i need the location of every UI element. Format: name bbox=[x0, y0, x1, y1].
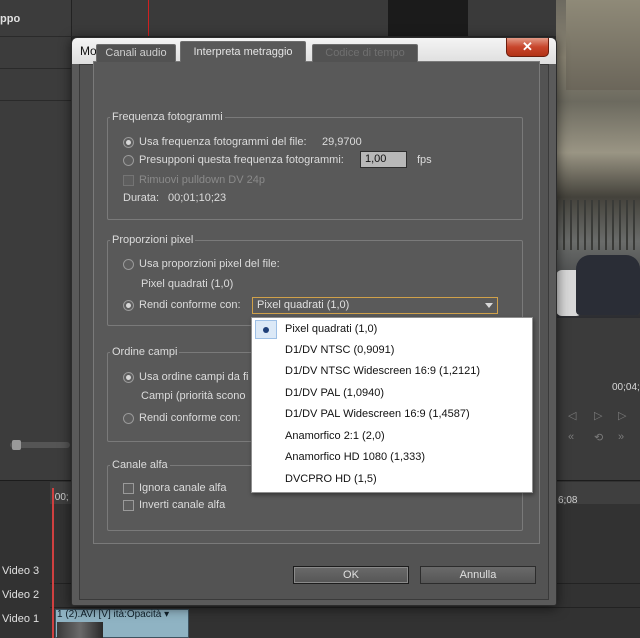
file-framerate-value: 29,9700 bbox=[322, 136, 362, 148]
use-file-pixel-radio[interactable] bbox=[123, 259, 134, 270]
file-fields-value: Campi (priorità scono bbox=[141, 390, 246, 402]
shuttle-right-icon[interactable]: » bbox=[618, 431, 624, 443]
ruler-time-left: ;00; bbox=[52, 492, 69, 503]
chevron-down-icon bbox=[485, 303, 493, 308]
track-video-1[interactable]: Video 1 bbox=[0, 613, 50, 635]
track-video-3[interactable]: Video 3 bbox=[0, 565, 50, 587]
file-pixel-value: Pixel quadrati (1,0) bbox=[141, 278, 234, 290]
pixel-aspect-title: Proporzioni pixel bbox=[110, 234, 196, 246]
use-file-fields-radio[interactable] bbox=[123, 372, 134, 383]
dropdown-option[interactable]: D1/DV PAL Widescreen 16:9 (1,4587) bbox=[252, 404, 532, 425]
alpha-title: Canale alfa bbox=[110, 459, 170, 471]
program-monitor-edge bbox=[388, 0, 468, 36]
pixel-aspect-select-value: Pixel quadrati (1,0) bbox=[257, 299, 350, 311]
pulldown-checkbox bbox=[123, 175, 134, 186]
program-timecode: 00;04; bbox=[612, 382, 640, 393]
ruler-time-right: 6;08 bbox=[558, 495, 578, 506]
duration-label: Durata: bbox=[123, 192, 160, 204]
ignore-alpha-label: Ignora canale alfa bbox=[139, 482, 227, 494]
transport-controls[interactable]: ◁ ▷ ▷ « ⟲ » bbox=[562, 405, 640, 450]
source-playhead bbox=[148, 0, 149, 36]
dropdown-option[interactable]: Pixel quadrati (1,0) bbox=[252, 319, 532, 340]
tab-interpreta-metraggio[interactable]: Interpreta metraggio bbox=[180, 41, 306, 62]
clip-thumbnail bbox=[57, 622, 103, 638]
track-video-2[interactable]: Video 2 bbox=[0, 589, 50, 611]
dropdown-option[interactable]: DVCPRO HD (1,5) bbox=[252, 469, 532, 490]
use-file-fields-label: Usa ordine campi da fi bbox=[139, 371, 249, 383]
step-forward-icon[interactable]: ▷ bbox=[618, 409, 626, 422]
assume-framerate-input[interactable]: 1,00 bbox=[360, 151, 407, 168]
conform-pixel-radio[interactable] bbox=[123, 300, 134, 311]
tab-codice-di-tempo: Codice di tempo bbox=[312, 44, 418, 62]
field-order-title: Ordine campi bbox=[110, 346, 180, 358]
use-file-framerate-label: Usa frequenza fotogrammi del file: bbox=[139, 136, 307, 148]
assume-framerate-label: Presupponi questa frequenza fotogrammi: bbox=[139, 154, 344, 166]
program-monitor-image bbox=[556, 0, 640, 318]
dropdown-option[interactable]: Anamorfico 2:1 (2,0) bbox=[252, 426, 532, 447]
fps-unit: fps bbox=[417, 154, 432, 166]
invert-alpha-checkbox[interactable] bbox=[123, 500, 134, 511]
tab-canali-audio[interactable]: Canali audio bbox=[96, 44, 176, 62]
loop-icon[interactable]: ⟲ bbox=[594, 431, 603, 444]
program-monitor-controls bbox=[556, 318, 640, 480]
conform-fields-label: Rendi conforme con: bbox=[139, 412, 241, 424]
frame-rate-title: Frequenza fotogrammi bbox=[110, 111, 225, 123]
dropdown-option[interactable]: Anamorfico HD 1080 (1,333) bbox=[252, 447, 532, 468]
pulldown-label: Rimuovi pulldown DV 24p bbox=[139, 174, 265, 186]
use-file-framerate-radio[interactable] bbox=[123, 137, 134, 148]
invert-alpha-label: Inverti canale alfa bbox=[139, 499, 226, 511]
timeline-playhead[interactable] bbox=[52, 488, 54, 638]
cancel-button[interactable]: Annulla bbox=[420, 566, 536, 584]
dropdown-option[interactable]: D1/DV NTSC (0,9091) bbox=[252, 340, 532, 361]
pixel-aspect-select[interactable]: Pixel quadrati (1,0) bbox=[252, 297, 498, 314]
clip-label: 1 (2).AVI [V] ità:Opacità ▾ bbox=[57, 609, 170, 620]
ignore-alpha-checkbox[interactable] bbox=[123, 483, 134, 494]
dropdown-option[interactable]: D1/DV PAL (1,0940) bbox=[252, 383, 532, 404]
dropdown-option[interactable]: D1/DV NTSC Widescreen 16:9 (1,2121) bbox=[252, 361, 532, 382]
pixel-aspect-dropdown-list: Pixel quadrati (1,0) D1/DV NTSC (0,9091)… bbox=[251, 317, 533, 493]
ok-button[interactable]: OK bbox=[293, 566, 409, 584]
use-file-pixel-label: Usa proporzioni pixel del file: bbox=[139, 258, 280, 270]
conform-pixel-label: Rendi conforme con: bbox=[139, 299, 241, 311]
assume-framerate-radio[interactable] bbox=[123, 155, 134, 166]
close-icon[interactable]: ✕ bbox=[506, 38, 549, 57]
duration-value: 00;01;10;23 bbox=[168, 192, 227, 204]
zoom-slider-knob[interactable] bbox=[12, 440, 21, 450]
conform-fields-radio[interactable] bbox=[123, 413, 134, 424]
shuttle-left-icon[interactable]: « bbox=[568, 431, 574, 443]
project-panel-label: ppo bbox=[0, 13, 21, 25]
step-back-icon[interactable]: ◁ bbox=[568, 409, 576, 422]
frame-rate-group bbox=[107, 117, 523, 220]
project-panel bbox=[0, 0, 72, 480]
app-top-strip bbox=[0, 0, 640, 36]
selected-bullet-icon bbox=[255, 320, 277, 339]
play-icon[interactable]: ▷ bbox=[594, 409, 602, 422]
